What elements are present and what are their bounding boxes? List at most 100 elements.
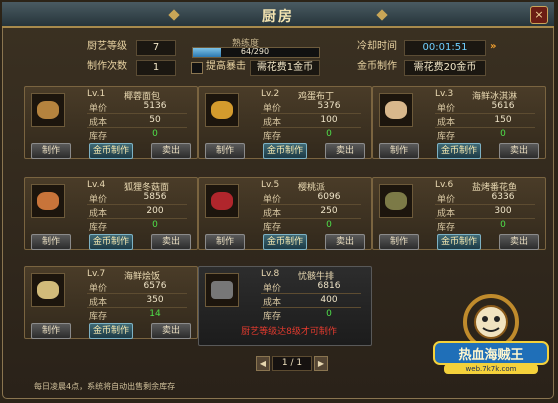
prev-page-button[interactable]: ◀ [256, 356, 270, 371]
cost-value: 100 [320, 115, 338, 125]
dish-level: Lv.5 [261, 180, 280, 190]
stock-label: 库存 [89, 132, 108, 142]
dish-icon [31, 93, 65, 127]
game-logo [433, 294, 549, 374]
sell-button[interactable]: 卖出 [325, 234, 365, 250]
gold-make-button[interactable]: 金币制作 [89, 234, 133, 250]
divider [261, 127, 361, 128]
crit-label: 提高暴击 [206, 61, 246, 72]
make-button[interactable]: 制作 [379, 234, 419, 250]
count-label: 制作次数 [87, 61, 127, 72]
divider [87, 113, 187, 114]
sell-button[interactable]: 卖出 [151, 143, 191, 159]
dish-card: Lv.8 忧骸牛排 单价 6816 成本 400 库存 0 厨艺等级达8级才可制… [198, 266, 372, 346]
price-value: 5856 [143, 192, 167, 202]
price-value: 5376 [317, 101, 341, 111]
divider [435, 113, 535, 114]
cost-value: 50 [149, 115, 161, 125]
arrow-right-icon[interactable]: » [490, 41, 496, 52]
divider [87, 307, 187, 308]
price-value: 5136 [143, 101, 167, 111]
locked-message: 厨艺等级达8级才可制作 [241, 327, 337, 337]
make-button[interactable]: 制作 [31, 234, 71, 250]
close-button[interactable]: × [530, 6, 548, 24]
gold-make-label: 金币制作 [357, 61, 397, 72]
cost-value: 400 [320, 295, 338, 305]
dish-card: Lv.7 海鲜烩饭 单价 6576 成本 350 库存 14 制作 金币制作 卖… [24, 266, 198, 339]
make-button[interactable]: 制作 [379, 143, 419, 159]
price-value: 6816 [317, 281, 341, 291]
count-value: 1 [136, 60, 176, 76]
dish-level: Lv.1 [87, 89, 106, 99]
sell-button[interactable]: 卖出 [325, 143, 365, 159]
cost-value: 200 [146, 206, 164, 216]
divider [261, 307, 361, 308]
stock-value: 0 [500, 129, 506, 139]
gold-make-button[interactable]: 金币制作 [437, 234, 481, 250]
sell-button[interactable]: 卖出 [499, 143, 539, 159]
dish-card: Lv.1 椰蓉面包 单价 5136 成本 50 库存 0 制作 金币制作 卖出 [24, 86, 198, 159]
make-button[interactable]: 制作 [205, 143, 245, 159]
dish-level: Lv.6 [435, 180, 454, 190]
gold-make-button[interactable]: 金币制作 [89, 143, 133, 159]
gold-make-button[interactable]: 金币制作 [437, 143, 481, 159]
dish-icon [379, 184, 413, 218]
gold-make-button[interactable]: 金币制作 [263, 234, 307, 250]
dish-card: Lv.6 盐烤番花鱼 单价 6336 成本 300 库存 0 制作 金币制作 卖… [372, 177, 546, 250]
sell-button[interactable]: 卖出 [499, 234, 539, 250]
price-value: 5616 [491, 101, 515, 111]
stock-label: 库存 [263, 312, 282, 322]
sell-button[interactable]: 卖出 [151, 234, 191, 250]
divider [87, 293, 187, 294]
divider [87, 127, 187, 128]
stock-value: 0 [326, 309, 332, 319]
cost-value: 350 [146, 295, 164, 305]
next-page-button[interactable]: ▶ [314, 356, 328, 371]
proficiency-text: 64/290 [240, 47, 270, 56]
make-button[interactable]: 制作 [205, 234, 245, 250]
window-title: 厨房 [262, 9, 294, 25]
gold-make-button[interactable]: 金币制作 [89, 323, 133, 339]
crit-checkbox[interactable] [191, 62, 203, 74]
dish-card: Lv.3 海鲜冰淇淋 单价 5616 成本 150 库存 0 制作 金币制作 卖… [372, 86, 546, 159]
skill-level-label: 厨艺等级 [87, 41, 127, 52]
stock-value: 0 [152, 129, 158, 139]
dish-icon [379, 93, 413, 127]
dish-card: Lv.4 狐狸冬菇面 单价 5856 成本 200 库存 0 制作 金币制作 卖… [24, 177, 198, 250]
stock-value: 0 [326, 129, 332, 139]
stock-value: 0 [152, 220, 158, 230]
dish-icon [31, 273, 65, 307]
price-value: 6576 [143, 281, 167, 291]
divider [261, 204, 361, 205]
stock-label: 库存 [437, 223, 456, 233]
dish-level: Lv.3 [435, 89, 454, 99]
dish-icon [205, 184, 239, 218]
page-indicator: 1 / 1 [272, 356, 312, 371]
footer-note: 每日凌晨4点，系统将自动出售剩余库存 [34, 382, 176, 391]
divider [435, 127, 535, 128]
stock-value: 14 [149, 309, 161, 319]
dish-level: Lv.7 [87, 269, 106, 279]
dish-card: Lv.5 樱桃派 单价 6096 成本 250 库存 0 制作 金币制作 卖出 [198, 177, 372, 250]
cost-value: 300 [494, 206, 512, 216]
stock-label: 库存 [263, 223, 282, 233]
divider [87, 204, 187, 205]
divider [261, 293, 361, 294]
cooldown-label: 冷却时间 [357, 41, 397, 52]
stock-label: 库存 [89, 312, 108, 322]
stock-value: 0 [500, 220, 506, 230]
cost-value: 150 [494, 115, 512, 125]
price-value: 6096 [317, 192, 341, 202]
make-button[interactable]: 制作 [31, 323, 71, 339]
divider [435, 204, 535, 205]
title-bar: 厨房 × [2, 2, 554, 28]
make-button[interactable]: 制作 [31, 143, 71, 159]
gold-make-button[interactable]: 金币制作 [263, 143, 307, 159]
dish-level: Lv.2 [261, 89, 280, 99]
dish-level: Lv.4 [87, 180, 106, 190]
divider [87, 218, 187, 219]
stock-label: 库存 [89, 223, 108, 233]
sell-button[interactable]: 卖出 [151, 323, 191, 339]
dish-level: Lv.8 [261, 269, 280, 279]
cost-value: 250 [320, 206, 338, 216]
